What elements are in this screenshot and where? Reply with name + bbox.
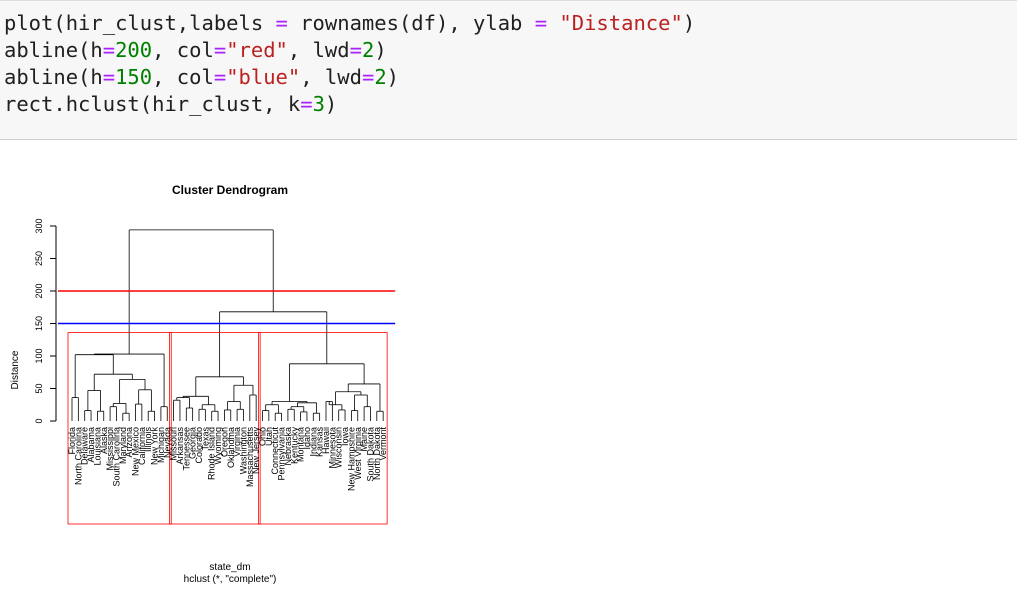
y-tick-label: 50: [34, 383, 44, 393]
code-token: ): [374, 38, 387, 62]
code-token: abline(h: [4, 38, 103, 62]
leaf-labels: FloridaNorth CarolinaDelawareAlabamaLoui…: [67, 427, 388, 492]
code-token: ): [386, 65, 399, 89]
y-tick-label: 150: [34, 316, 44, 331]
code-token: =: [275, 11, 288, 35]
code-token: =: [300, 92, 313, 116]
y-tick-label: 0: [34, 418, 44, 423]
leaf-label: Vermont: [378, 427, 388, 461]
reference-lines: [58, 290, 396, 325]
code-token: rownames(df), ylab: [287, 11, 535, 35]
code-token: =: [102, 38, 116, 62]
dendrogram-plot: Cluster Dendrogram Distance state_dm hcl…: [10, 183, 396, 585]
code-token: =: [102, 65, 116, 89]
code-token: ): [682, 11, 696, 35]
code-token: , col: [152, 38, 214, 62]
code-cell[interactable]: plot(hir_clust,labels = rownames(df), yl…: [0, 0, 1017, 140]
code-line: plot(hir_clust,labels = rownames(df), yl…: [4, 10, 1017, 37]
code-token: 200: [115, 38, 153, 62]
code-token: abline(h: [4, 65, 103, 89]
code-token: 2: [361, 38, 375, 62]
plot-output: Cluster Dendrogram Distance state_dm hcl…: [0, 141, 1017, 601]
code-token: ): [324, 92, 338, 116]
dendrogram-tree: [71, 229, 384, 421]
code-token: =: [213, 65, 227, 89]
code-token: "red": [226, 38, 288, 62]
y-tick-label: 300: [34, 218, 44, 233]
y-tick-label: 250: [34, 251, 44, 266]
code-line: abline(h=150, col="blue", lwd=2): [4, 64, 1017, 91]
code-token: =: [213, 38, 227, 62]
subtitle: hclust (*, "complete"): [184, 574, 277, 585]
code-token: =: [349, 38, 362, 62]
code-token: , lwd: [300, 65, 362, 89]
y-axis: 0 50 100 150 200 250 300: [34, 218, 57, 424]
code-token: , lwd: [287, 38, 350, 62]
code-token: =: [534, 11, 548, 35]
x-axis-label: state_dm: [209, 562, 250, 573]
code-token: plot(hir_clust,labels: [4, 11, 276, 35]
code-line: abline(h=200, col="red", lwd=2): [4, 37, 1017, 64]
code-token: =: [361, 65, 375, 89]
code-token: 150: [115, 65, 153, 89]
code-token: 2: [374, 65, 387, 89]
code-token: "blue": [226, 65, 301, 89]
code-token: rect.hclust(hir_clust, k: [4, 92, 301, 116]
code-token: "Distance": [559, 11, 683, 35]
y-tick-label: 100: [34, 348, 44, 363]
code-token: , col: [152, 65, 214, 89]
code-token: 3: [312, 92, 325, 116]
plot-title: Cluster Dendrogram: [172, 183, 288, 197]
code-line: rect.hclust(hir_clust, k=3): [4, 91, 1017, 118]
y-axis-label: Distance: [10, 350, 21, 389]
y-tick-label: 200: [34, 283, 44, 298]
